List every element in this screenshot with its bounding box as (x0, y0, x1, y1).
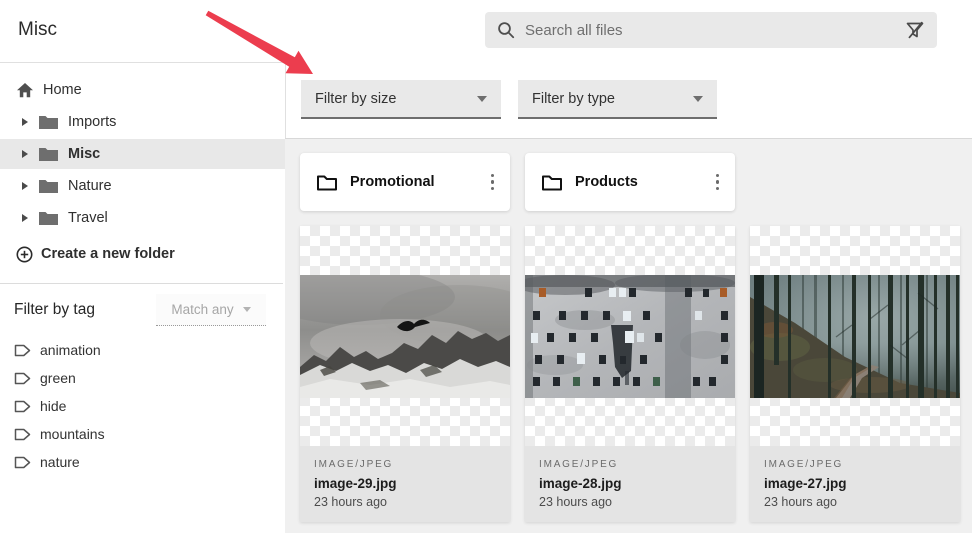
file-name: image-29.jpg (314, 476, 496, 491)
sidebar-item-nature[interactable]: Nature (0, 171, 285, 201)
file-modified-time: 23 hours ago (764, 495, 946, 509)
tag-item-animation[interactable]: animation (14, 339, 101, 361)
sidebar-item-label: Travel (68, 210, 108, 226)
file-meta: IMAGE/JPEG image-27.jpg 23 hours ago (750, 446, 960, 522)
file-card-image-29[interactable]: IMAGE/JPEG image-29.jpg 23 hours ago (300, 226, 510, 522)
chevron-right-icon[interactable] (22, 214, 28, 222)
tag-icon (14, 456, 31, 469)
file-modified-time: 23 hours ago (539, 495, 721, 509)
chevron-down-icon (243, 307, 251, 312)
file-mime-type: IMAGE/JPEG (539, 459, 721, 470)
file-card-image-28[interactable]: IMAGE/JPEG image-28.jpg 23 hours ago (525, 226, 735, 522)
sidebar-item-imports[interactable]: Imports (0, 107, 285, 137)
tag-icon (14, 428, 31, 441)
sidebar-item-home[interactable]: Home (0, 75, 285, 105)
file-browser-content: Promotional Products (285, 138, 972, 533)
chevron-right-icon[interactable] (22, 118, 28, 126)
tag-icon (14, 344, 31, 357)
file-mime-type: IMAGE/JPEG (764, 459, 946, 470)
filter-by-type-dropdown[interactable]: Filter by type (518, 80, 717, 119)
tag-icon (14, 400, 31, 413)
kebab-menu-icon[interactable] (487, 170, 499, 195)
tag-label: green (40, 370, 76, 386)
folder-icon (38, 210, 59, 226)
sidebar: Home Imports Misc Nature Travel (0, 62, 285, 533)
tag-item-hide[interactable]: hide (14, 395, 66, 417)
folder-card-products[interactable]: Products (525, 153, 735, 211)
folder-icon (38, 178, 59, 194)
file-name: image-28.jpg (539, 476, 721, 491)
tag-label: mountains (40, 426, 105, 442)
sidebar-item-label: Nature (68, 178, 112, 194)
filter-by-size-label: Filter by size (315, 91, 396, 107)
folder-card-promotional[interactable]: Promotional (300, 153, 510, 211)
page-title: Misc (18, 19, 57, 41)
folder-icon (38, 114, 59, 130)
tag-match-mode-select[interactable]: Match any (156, 294, 266, 326)
filter-by-type-label: Filter by type (532, 91, 615, 107)
chevron-down-icon (693, 96, 703, 102)
sidebar-item-label: Imports (68, 114, 116, 130)
thumbnail-snowy-mountains-with-bird[interactable] (300, 226, 510, 446)
sidebar-item-label: Home (43, 82, 82, 98)
search-input[interactable] (525, 22, 905, 39)
create-new-folder-button[interactable]: Create a new folder (0, 239, 285, 269)
file-name: image-27.jpg (764, 476, 946, 491)
tag-item-green[interactable]: green (14, 367, 76, 389)
folder-icon (38, 146, 59, 162)
thumbnail-foggy-forest-path[interactable] (750, 226, 960, 446)
filter-band: Filter by size Filter by type (285, 62, 972, 138)
tag-icon (14, 372, 31, 385)
folder-card-name: Products (575, 174, 712, 190)
file-mime-type: IMAGE/JPEG (314, 459, 496, 470)
sidebar-divider (0, 283, 283, 284)
folder-card-name: Promotional (350, 174, 487, 190)
tag-label: hide (40, 398, 66, 414)
clear-filter-button[interactable] (905, 20, 925, 40)
tag-label: animation (40, 342, 101, 358)
folder-outline-icon (541, 174, 563, 191)
chevron-right-icon[interactable] (22, 150, 28, 158)
home-icon (16, 82, 34, 98)
sidebar-item-misc[interactable]: Misc (0, 139, 285, 169)
filter-by-size-dropdown[interactable]: Filter by size (301, 80, 501, 119)
chevron-right-icon[interactable] (22, 182, 28, 190)
search-bar[interactable] (485, 12, 937, 48)
chevron-down-icon (477, 96, 487, 102)
file-meta: IMAGE/JPEG image-28.jpg 23 hours ago (525, 446, 735, 522)
file-modified-time: 23 hours ago (314, 495, 496, 509)
create-new-folder-label: Create a new folder (41, 246, 175, 262)
sidebar-item-travel[interactable]: Travel (0, 203, 285, 233)
sidebar-item-label: Misc (68, 146, 100, 162)
tag-label: nature (40, 454, 80, 470)
tag-match-mode-value: Match any (171, 302, 233, 317)
tag-item-mountains[interactable]: mountains (14, 423, 105, 445)
plus-circle-icon (16, 246, 33, 263)
file-meta: IMAGE/JPEG image-29.jpg 23 hours ago (300, 446, 510, 522)
kebab-menu-icon[interactable] (712, 170, 724, 195)
tag-item-nature[interactable]: nature (14, 451, 80, 473)
filter-by-tag-title: Filter by tag (14, 301, 95, 319)
folder-outline-icon (316, 174, 338, 191)
search-icon (497, 21, 515, 39)
thumbnail-weathered-building-facade[interactable] (525, 226, 735, 446)
file-card-image-27[interactable]: IMAGE/JPEG image-27.jpg 23 hours ago (750, 226, 960, 522)
filter-off-icon (905, 20, 925, 40)
